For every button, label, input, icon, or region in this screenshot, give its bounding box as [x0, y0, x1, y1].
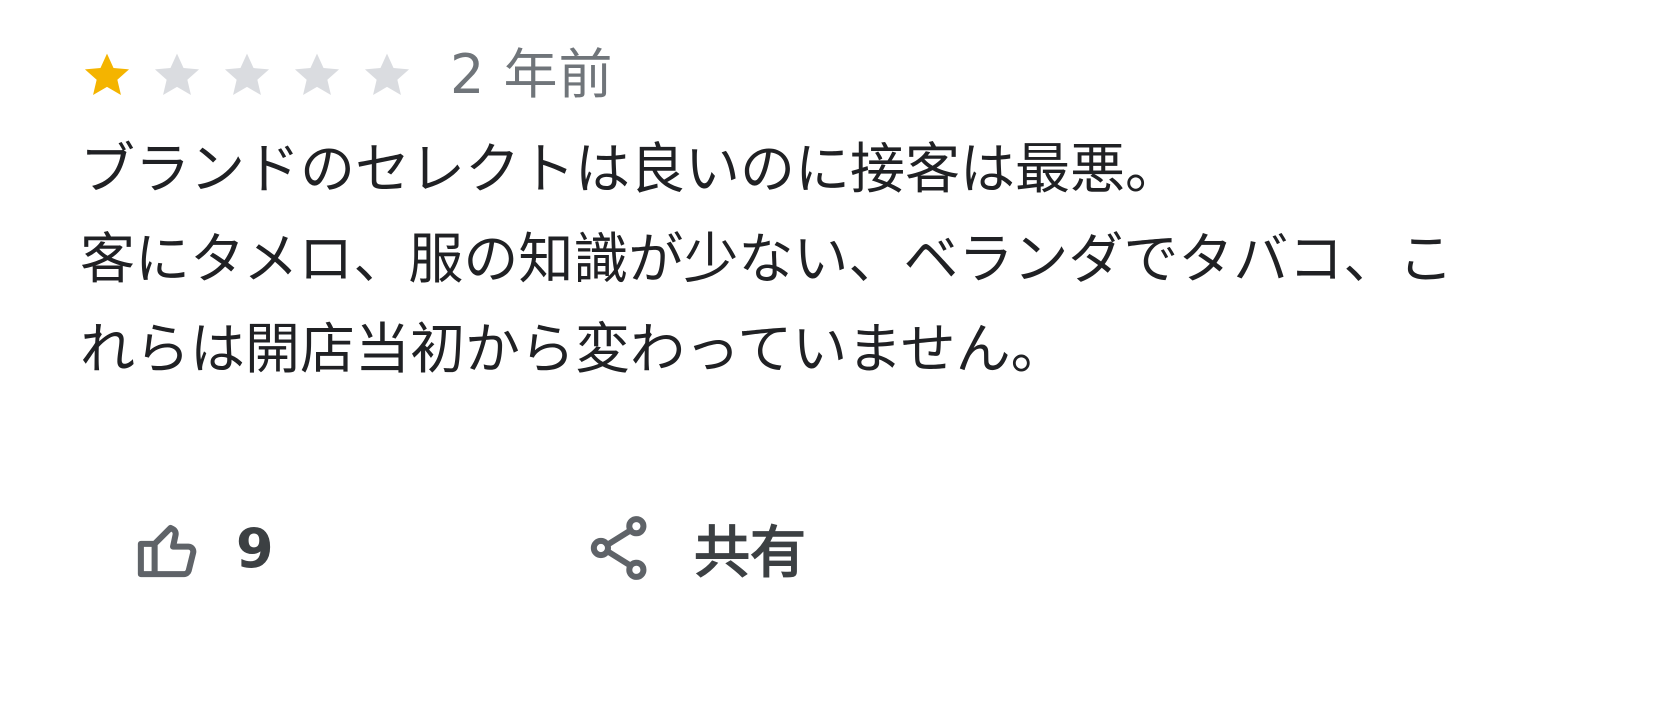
review-text-line: 客にタメロ、服の知識が少ない、ベランダでタバコ、こ: [80, 227, 1454, 291]
star-filled-icon: [84, 53, 130, 96]
share-button[interactable]: 共有: [590, 508, 806, 588]
thumbs-up-icon: [137, 524, 197, 578]
review-text: ブランドのセレクトは良いのに接客は最悪。 客にタメロ、服の知識が少ない、ベランダ…: [80, 124, 1640, 394]
star-empty-icon: [364, 53, 410, 96]
review-time: 2 年前: [450, 43, 614, 106]
review-meta: 2 年前: [80, 40, 1640, 110]
review-actions: 9 共有: [0, 508, 1662, 588]
star-empty-icon: [294, 53, 340, 96]
like-button[interactable]: 9: [134, 508, 274, 588]
review-text-line: れらは開店当初から変わっていません。: [80, 317, 1066, 381]
share-label: 共有: [694, 520, 806, 586]
star-empty-icon: [154, 53, 200, 96]
share-icon: [590, 516, 647, 580]
star-rating: [80, 48, 414, 102]
star-empty-icon: [224, 53, 270, 96]
review-text-line: ブランドのセレクトは良いのに接客は最悪。: [80, 137, 1181, 201]
review-card: 2 年前 ブランドのセレクトは良いのに接客は最悪。 客にタメロ、服の知識が少ない…: [80, 40, 1640, 394]
like-count: 9: [236, 516, 274, 580]
